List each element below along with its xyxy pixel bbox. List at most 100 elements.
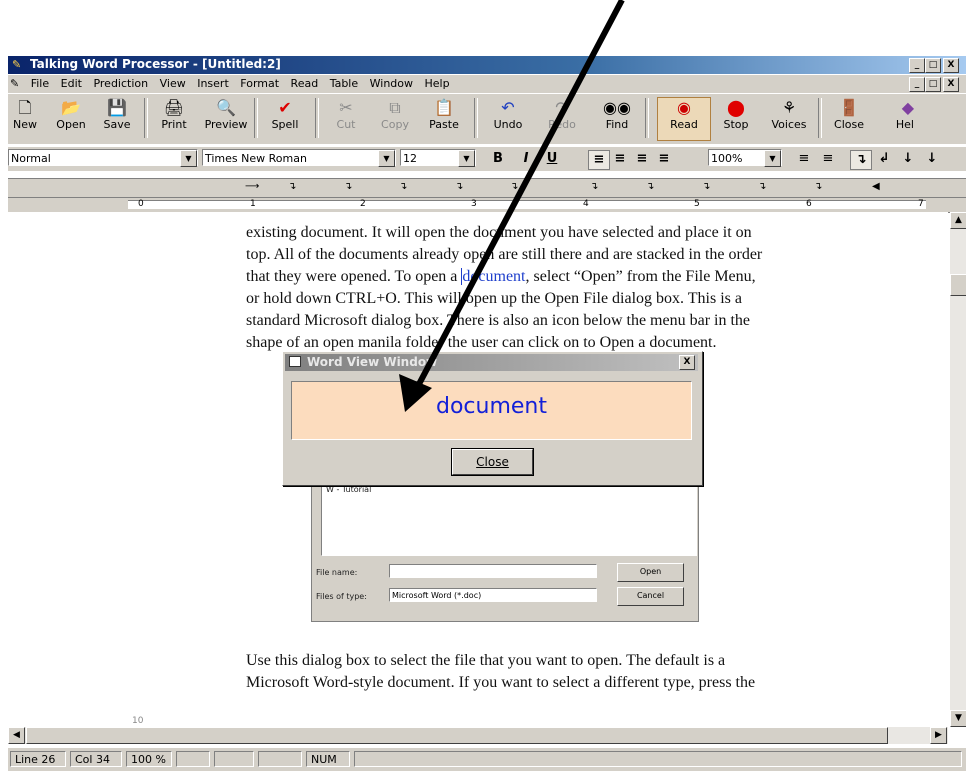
horizontal-scroll-thumb[interactable] bbox=[26, 727, 888, 744]
menu-edit[interactable]: Edit bbox=[57, 75, 86, 92]
menu-format[interactable]: Format bbox=[236, 75, 283, 92]
help-button[interactable]: ◆ Hel bbox=[878, 98, 914, 131]
menu-window[interactable]: Window bbox=[366, 75, 417, 92]
ruler-number: 7 bbox=[918, 199, 924, 209]
doc-close-button[interactable]: X bbox=[943, 77, 959, 92]
align-center-icon[interactable]: ≡ bbox=[610, 150, 630, 168]
clipboard-icon: 📋 bbox=[434, 98, 454, 117]
title-bar: ✎ Talking Word Processor - [Untitled:2] … bbox=[8, 56, 966, 74]
redo-button[interactable]: ↷ Redo bbox=[539, 98, 585, 131]
cancel-button-image: Cancel bbox=[617, 587, 684, 606]
text-line: that they were opened. To open a documen… bbox=[246, 266, 896, 288]
voices-button[interactable]: ⚘ Voices bbox=[766, 98, 812, 131]
status-bar: Line 26 Col 34 100 % NUM bbox=[8, 748, 966, 771]
ruler-number: 3 bbox=[471, 199, 477, 209]
tab-stop-icon[interactable]: ↴ bbox=[288, 181, 296, 192]
word-view-close-icon[interactable]: X bbox=[679, 355, 695, 370]
status-col: Col 34 bbox=[70, 751, 122, 767]
scroll-thumb[interactable] bbox=[950, 274, 966, 296]
chevron-down-icon: ▼ bbox=[378, 150, 395, 167]
close-button[interactable]: 🚪 Close bbox=[826, 98, 872, 131]
word-view-title-bar[interactable]: Word View Window X bbox=[285, 354, 698, 371]
tab-stop-icon[interactable]: ↴ bbox=[814, 181, 822, 192]
file-name-label: File name: bbox=[316, 568, 358, 577]
save-button[interactable]: 💾 Save bbox=[94, 98, 140, 131]
new-button[interactable]: 🗋 New bbox=[2, 98, 48, 131]
tab-stop-icon[interactable]: ↴ bbox=[590, 181, 598, 192]
scroll-up-icon[interactable]: ▲ bbox=[950, 212, 966, 229]
decimal-tab-icon[interactable]: ↓ bbox=[922, 150, 942, 168]
font-size-select[interactable]: 12 ▼ bbox=[400, 149, 476, 167]
doc-minimize-button[interactable]: _ bbox=[909, 77, 925, 92]
status-num: NUM bbox=[306, 751, 350, 767]
tab-ruler[interactable]: ⟶ ↴ ↴ ↴ ↴ ↴ ↴ ↴ ↴ ↴ ↴ ◀ bbox=[8, 178, 966, 197]
menu-insert[interactable]: Insert bbox=[193, 75, 233, 92]
horizontal-ruler: 0 1 2 3 4 5 6 7 bbox=[8, 197, 966, 213]
justify-icon[interactable]: ≡ bbox=[654, 150, 674, 168]
zoom-select[interactable]: 100% ▼ bbox=[708, 149, 782, 167]
bulleted-list-icon[interactable]: ≡ bbox=[818, 150, 838, 168]
preview-button[interactable]: 🔍 Preview bbox=[203, 98, 249, 131]
word-view-window: Word View Window X document Close bbox=[282, 351, 703, 486]
word-view-close-button[interactable]: Close bbox=[452, 449, 533, 475]
stop-button[interactable]: ⬤ Stop bbox=[713, 98, 759, 131]
center-tab-icon[interactable]: ↓ bbox=[898, 150, 918, 168]
undo-button[interactable]: ↶ Undo bbox=[485, 98, 531, 131]
cut-button[interactable]: ✂ Cut bbox=[323, 98, 369, 131]
italic-button[interactable]: I bbox=[516, 150, 536, 168]
align-right-icon[interactable]: ≡ bbox=[632, 150, 652, 168]
open-button[interactable]: 📂 Open bbox=[48, 98, 94, 131]
tab-stop-icon[interactable]: ↴ bbox=[510, 181, 518, 192]
help-book-icon: ◆ bbox=[901, 98, 914, 117]
tab-stop-icon[interactable]: ↴ bbox=[758, 181, 766, 192]
scroll-left-icon[interactable]: ◀ bbox=[8, 727, 25, 744]
right-tab-icon[interactable]: ↲ bbox=[874, 150, 894, 168]
menu-prediction[interactable]: Prediction bbox=[89, 75, 152, 92]
vertical-scrollbar[interactable]: ▲ ▼ bbox=[950, 212, 966, 727]
status-cell bbox=[214, 751, 254, 767]
tab-stop-icon[interactable]: ↴ bbox=[702, 181, 710, 192]
style-select[interactable]: Normal ▼ bbox=[8, 149, 198, 167]
scroll-right-icon[interactable]: ▶ bbox=[930, 727, 947, 744]
print-button[interactable]: 🖨 Print bbox=[151, 98, 197, 131]
left-tab-icon[interactable]: ↴ bbox=[850, 150, 872, 170]
font-select[interactable]: Times New Roman ▼ bbox=[202, 149, 396, 167]
app-icon: ✎ bbox=[12, 58, 22, 71]
indent-marker-icon[interactable]: ⟶ bbox=[245, 181, 259, 192]
numbered-list-icon[interactable]: ≡ bbox=[794, 150, 814, 168]
menu-view[interactable]: View bbox=[156, 75, 190, 92]
binoculars-icon: ◉◉ bbox=[603, 98, 631, 117]
find-button[interactable]: ◉◉ Find bbox=[594, 98, 640, 131]
window-title: Talking Word Processor - [Untitled:2] bbox=[30, 57, 281, 71]
paste-button[interactable]: 📋 Paste bbox=[421, 98, 467, 131]
spell-button[interactable]: ✔ Spell bbox=[262, 98, 308, 131]
align-left-icon[interactable]: ≡ bbox=[588, 150, 610, 170]
doc-restore-button[interactable]: □ bbox=[925, 77, 941, 92]
underline-button[interactable]: U bbox=[542, 150, 562, 168]
horizontal-scrollbar[interactable]: ◀ ▶ bbox=[8, 727, 948, 744]
close-window-button[interactable]: X bbox=[943, 58, 959, 73]
current-word-display: document bbox=[291, 381, 692, 440]
standard-toolbar: 🗋 New 📂 Open 💾 Save 🖨 Print 🔍 Preview ✔ Spell … bbox=[8, 94, 966, 144]
status-cell bbox=[176, 751, 210, 767]
menu-file[interactable]: File bbox=[27, 75, 53, 92]
read-button[interactable]: ◉ Read bbox=[657, 97, 711, 141]
menu-help[interactable]: Help bbox=[421, 75, 454, 92]
tab-stop-icon[interactable]: ↴ bbox=[344, 181, 352, 192]
formatting-toolbar: Normal ▼ Times New Roman ▼ 12 ▼ B I U ≡ ≡ ≡… bbox=[8, 147, 966, 171]
menu-read[interactable]: Read bbox=[287, 75, 323, 92]
tab-stop-icon[interactable]: ↴ bbox=[646, 181, 654, 192]
page-number: 10 bbox=[132, 716, 144, 726]
maximize-button[interactable]: □ bbox=[925, 58, 941, 73]
copy-button[interactable]: ⧉ Copy bbox=[372, 98, 418, 131]
bold-button[interactable]: B bbox=[488, 150, 508, 168]
redo-arrow-icon: ↷ bbox=[555, 98, 569, 117]
ruler-number: 1 bbox=[250, 199, 256, 209]
right-margin-marker-icon[interactable]: ◀ bbox=[872, 181, 880, 192]
tab-stop-icon[interactable]: ↴ bbox=[455, 181, 463, 192]
menu-table[interactable]: Table bbox=[326, 75, 362, 92]
minimize-button[interactable]: _ bbox=[909, 58, 925, 73]
scroll-down-icon[interactable]: ▼ bbox=[950, 710, 966, 727]
tab-stop-icon[interactable]: ↴ bbox=[399, 181, 407, 192]
open-button-image: Open bbox=[617, 563, 684, 582]
